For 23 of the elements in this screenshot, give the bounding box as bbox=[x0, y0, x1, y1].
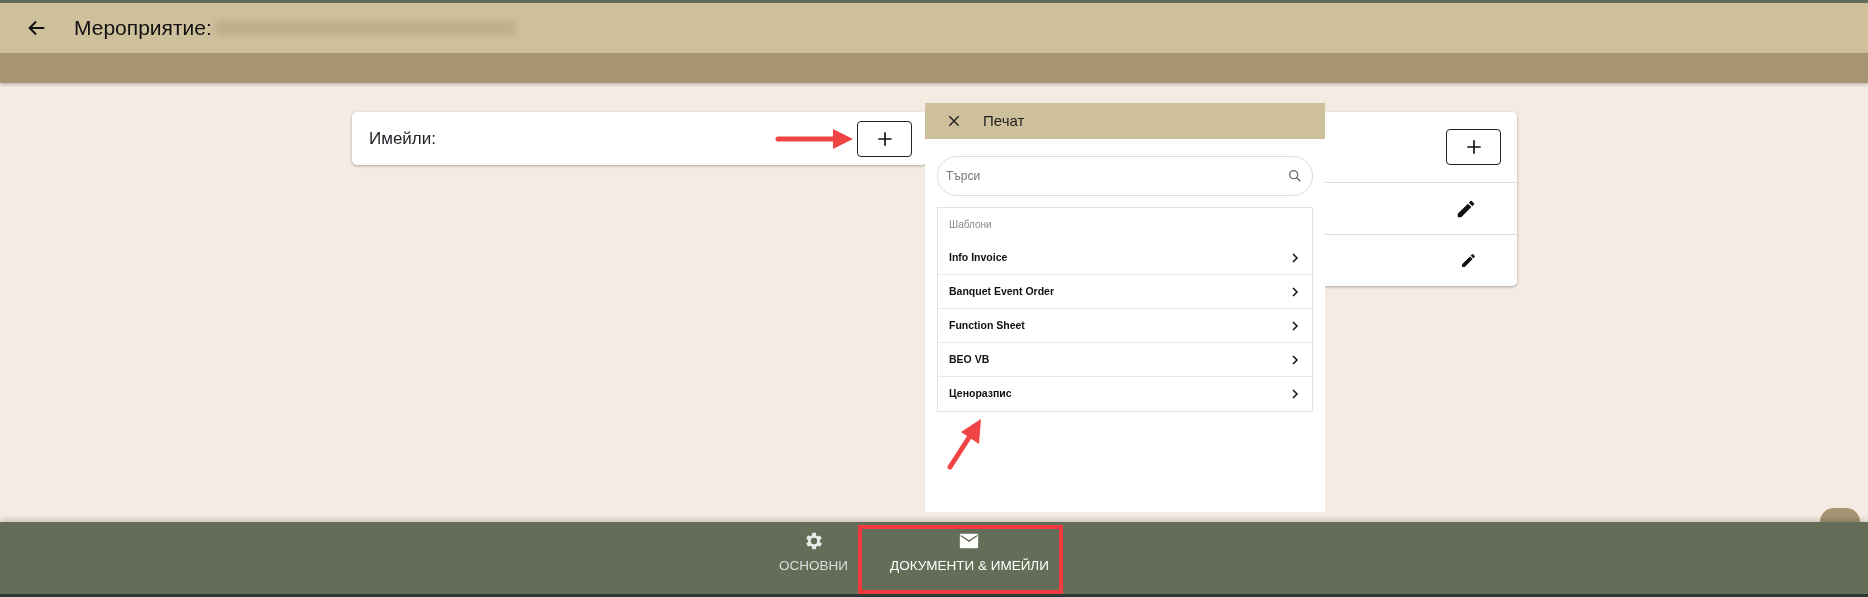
add-button[interactable] bbox=[857, 120, 912, 157]
chevron-icon bbox=[1289, 285, 1301, 298]
add-button[interactable] bbox=[1446, 129, 1501, 165]
nav-tab[interactable]: ДОКУМЕНТИ & ИМЕЙЛИ bbox=[884, 522, 1055, 594]
help-button[interactable] bbox=[1820, 508, 1860, 522]
edit-icon[interactable] bbox=[1460, 252, 1477, 269]
section-heading: Шаблони bbox=[948, 218, 993, 232]
search-icon[interactable] bbox=[1287, 168, 1303, 184]
chevron-icon bbox=[1289, 251, 1301, 264]
template-item[interactable]: Info Invoice bbox=[938, 241, 1312, 275]
chevron-icon bbox=[1289, 319, 1301, 332]
chevron-icon bbox=[1289, 388, 1301, 400]
panel-title: Печат bbox=[983, 110, 1025, 131]
chevron-icon bbox=[1289, 353, 1301, 366]
template-item[interactable]: Ценоразпис bbox=[938, 377, 1312, 411]
search-field[interactable]: Търси bbox=[937, 156, 1313, 196]
nav-tab[interactable]: ОСНОВНИ bbox=[773, 522, 854, 594]
close-icon[interactable] bbox=[947, 114, 961, 128]
template-item[interactable]: BEO VB bbox=[938, 343, 1312, 377]
template-item[interactable]: Function Sheet bbox=[938, 309, 1312, 343]
template-item[interactable]: Banquet Event Order bbox=[938, 275, 1312, 309]
page-title: Мероприятие: bbox=[74, 15, 212, 42]
card-label: Имейли: bbox=[369, 127, 436, 150]
